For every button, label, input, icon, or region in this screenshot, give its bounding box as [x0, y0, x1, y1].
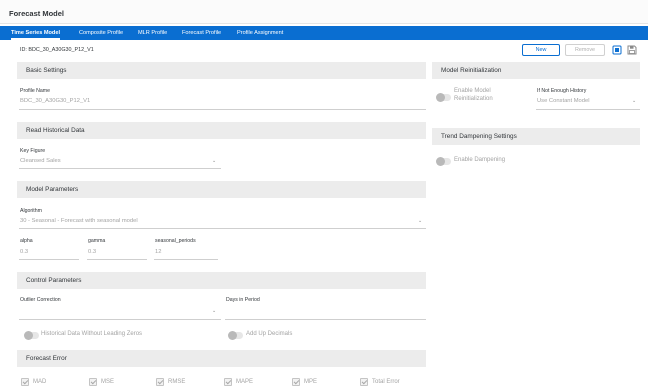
tab-bar: Time Series Model Composite Profile MLR …	[0, 26, 648, 40]
days-in-period-label: Days in Period	[226, 297, 260, 303]
profile-name-input[interactable]: BDC_30_A30G30_P12_V1	[20, 98, 90, 104]
tab-forecast-profile[interactable]: Forecast Profile	[182, 26, 221, 40]
chevron-down-icon[interactable]: ⌄	[632, 98, 636, 104]
rmse-label: RMSE	[168, 379, 186, 385]
model-reinitialization-header: Model Reinitialization	[432, 62, 640, 79]
rmse-checkbox[interactable]	[156, 378, 164, 386]
key-figure-label: Key Figure	[20, 148, 46, 154]
not-enough-history-label: If Not Enough History	[537, 88, 587, 94]
save-icon[interactable]	[627, 45, 637, 55]
add-up-decimals-label: Add Up Decimals	[246, 331, 293, 337]
mad-checkbox[interactable]	[21, 378, 29, 386]
key-figure-underline	[19, 168, 221, 169]
remove-button[interactable]: Remove	[565, 44, 605, 56]
export-icon[interactable]	[612, 45, 622, 55]
mape-label: MAPE	[236, 379, 254, 385]
alpha-input[interactable]: 0.3	[20, 249, 28, 255]
tab-composite-profile[interactable]: Composite Profile	[79, 26, 123, 40]
mse-label: MSE	[101, 379, 115, 385]
forecast-error-header: Forecast Error	[17, 350, 426, 367]
mpe-label: MPE	[304, 379, 318, 385]
mpe-checkbox[interactable]	[292, 378, 300, 386]
profile-name-underline	[19, 109, 426, 110]
outlier-correction-underline	[19, 319, 221, 320]
enable-dampening-label: Enable Dampening	[454, 157, 506, 163]
algorithm-underline	[19, 228, 426, 229]
new-button[interactable]: New	[522, 44, 560, 56]
alpha-underline	[19, 259, 79, 260]
model-parameters-header: Model Parameters	[17, 181, 426, 198]
leading-zeros-toggle[interactable]	[24, 331, 39, 340]
enable-reinitialization-label-line2: Reinitialization	[454, 96, 493, 102]
seasonal-periods-input[interactable]: 12	[155, 249, 161, 255]
app-title: Forecast Model	[9, 9, 65, 18]
gamma-underline	[87, 259, 147, 260]
outlier-correction-label: Outlier Correction	[20, 297, 61, 303]
mad-label: MAD	[33, 379, 47, 385]
enable-dampening-toggle[interactable]	[436, 157, 451, 166]
gamma-label: gamma	[88, 238, 106, 244]
gamma-input[interactable]: 0.3	[88, 249, 96, 255]
chevron-down-icon[interactable]: ⌄	[212, 308, 216, 314]
control-parameters-header: Control Parameters	[17, 272, 426, 289]
app-title-bar: Forecast Model	[0, 0, 648, 24]
basic-settings-header: Basic Settings	[17, 62, 426, 79]
total-error-checkbox[interactable]	[360, 378, 368, 386]
seasonal-periods-underline	[154, 259, 218, 260]
read-historical-data-header: Read Historical Data	[17, 122, 426, 139]
leading-zeros-label: Historical Data Without Leading Zeros	[41, 331, 143, 337]
trend-dampening-header: Trend Dampening Settings	[432, 128, 640, 145]
tab-profile-assignment[interactable]: Profile Assignment	[237, 26, 283, 40]
not-enough-history-select[interactable]: Use Constant Model	[537, 98, 590, 104]
enable-reinitialization-toggle[interactable]	[436, 93, 451, 102]
tab-time-series-model[interactable]: Time Series Model	[11, 26, 61, 40]
algorithm-select[interactable]: 30 - Seasonal - Forecast with seasonal m…	[20, 218, 138, 224]
algorithm-label: Algorithm	[20, 208, 42, 214]
enable-reinitialization-label-line1: Enable Model	[454, 88, 491, 94]
not-enough-history-underline	[536, 109, 640, 110]
profile-name-label: Profile Name	[20, 88, 50, 94]
key-figure-select[interactable]: Cleansed Sales	[20, 158, 61, 164]
seasonal-periods-label: seasonal_periods	[155, 238, 196, 244]
add-up-decimals-toggle[interactable]	[228, 331, 243, 340]
days-in-period-underline	[225, 319, 426, 320]
chevron-down-icon[interactable]: ⌄	[212, 158, 216, 164]
mse-checkbox[interactable]	[89, 378, 97, 386]
chevron-down-icon[interactable]: ⌄	[418, 218, 422, 224]
profile-id: ID: BDC_30_A30G30_P12_V1	[20, 47, 94, 53]
total-error-label: Total Error	[372, 379, 400, 385]
tab-mlr-profile[interactable]: MLR Profile	[138, 26, 167, 40]
alpha-label: alpha	[20, 238, 33, 244]
mape-checkbox[interactable]	[224, 378, 232, 386]
